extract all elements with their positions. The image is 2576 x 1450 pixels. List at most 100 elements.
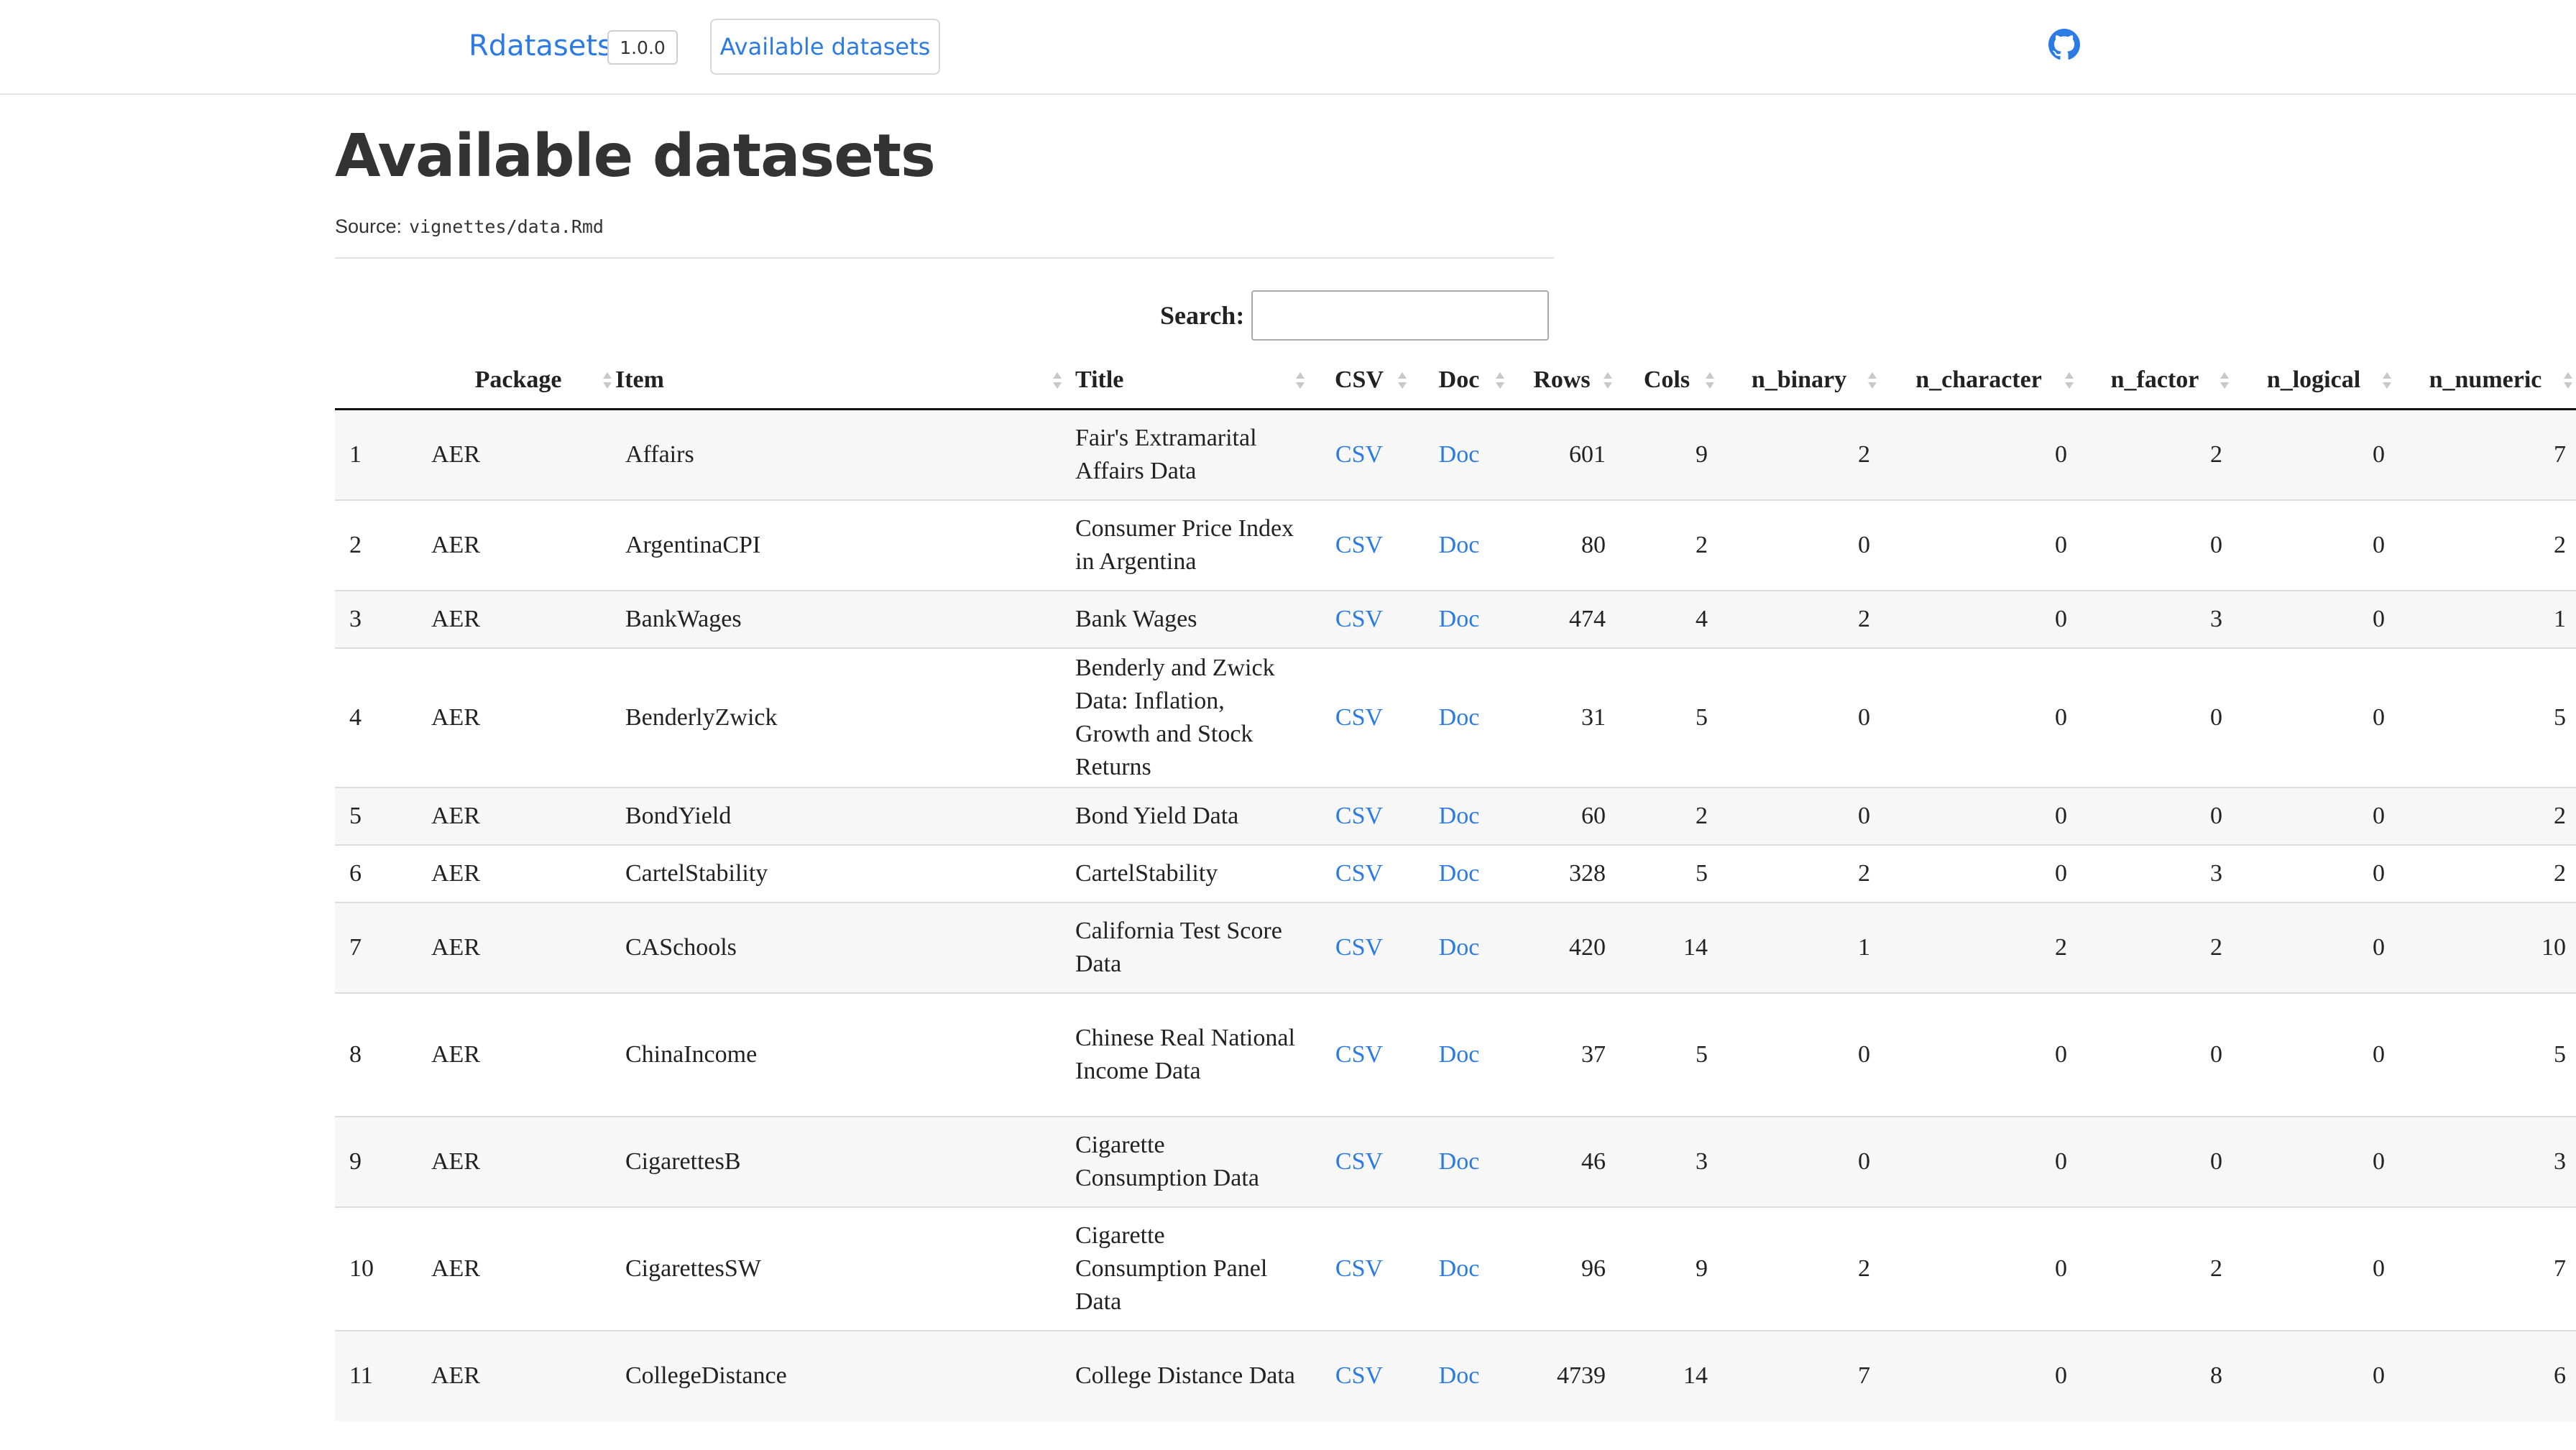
table-row: 9 AER CigarettesB Cigarette Consumption Dat…: [335, 1115, 2576, 1207]
title-cell: Chinese Real National Income Data: [1065, 992, 1308, 1117]
item-cell: CigarettesB: [615, 1115, 1065, 1207]
row-index: 1: [335, 408, 421, 500]
sort-icon: [1397, 372, 1407, 391]
col-header-n-character[interactable]: n_character: [1880, 352, 2077, 410]
sort-icon: [2382, 372, 2392, 391]
csv-link[interactable]: CSV: [1308, 1206, 1410, 1331]
title-cell: College Distance Data: [1065, 1329, 1308, 1421]
rows-cell: 4739: [1508, 1329, 1616, 1421]
n-binary-cell: 1: [1718, 901, 1880, 993]
rows-cell: 46: [1508, 1115, 1616, 1207]
source-line: Source: vignettes/data.Rmd: [335, 216, 604, 238]
cols-cell: 3: [1616, 1115, 1718, 1207]
csv-link[interactable]: CSV: [1308, 408, 1410, 500]
title-cell: Cigarette Consumption Panel Data: [1065, 1206, 1308, 1331]
github-icon[interactable]: [2048, 29, 2080, 60]
row-index: 10: [335, 1206, 421, 1331]
doc-link[interactable]: Doc: [1410, 499, 1508, 591]
n-logical-cell: 0: [2232, 992, 2395, 1117]
doc-link[interactable]: Doc: [1410, 844, 1508, 902]
csv-link[interactable]: CSV: [1308, 844, 1410, 902]
title-cell: CartelStability: [1065, 844, 1308, 902]
item-cell: CASchools: [615, 901, 1065, 993]
n-numeric-cell: 1: [2395, 589, 2576, 648]
table-row: 3 AER BankWages Bank Wages CSV Doc 474 4 2 0 3 0 1: [335, 589, 2576, 648]
package-cell: AER: [421, 499, 615, 591]
csv-link[interactable]: CSV: [1308, 499, 1410, 591]
n-logical-cell: 0: [2232, 647, 2395, 788]
version-badge: 1.0.0: [607, 30, 678, 65]
doc-link[interactable]: Doc: [1410, 1206, 1508, 1331]
n-binary-cell: 2: [1718, 844, 1880, 902]
doc-link[interactable]: Doc: [1410, 992, 1508, 1117]
col-header-title[interactable]: Title: [1065, 352, 1308, 410]
csv-link[interactable]: CSV: [1308, 647, 1410, 788]
n-factor-cell: 0: [2077, 786, 2232, 845]
n-binary-cell: 0: [1718, 992, 1880, 1117]
doc-link[interactable]: Doc: [1410, 1329, 1508, 1421]
table-row: 4 AER BenderlyZwick Benderly and Zwick Data…: [335, 647, 2576, 788]
datasets-table-container: Package Item Title CSV Doc Rows Cols n_b…: [335, 352, 2576, 1421]
doc-link[interactable]: Doc: [1410, 589, 1508, 648]
row-index: 11: [335, 1329, 421, 1421]
cols-cell: 9: [1616, 1206, 1718, 1331]
source-path[interactable]: vignettes/data.Rmd: [409, 216, 604, 237]
doc-link[interactable]: Doc: [1410, 901, 1508, 993]
cols-cell: 4: [1616, 589, 1718, 648]
rows-cell: 60: [1508, 786, 1616, 845]
doc-link[interactable]: Doc: [1410, 408, 1508, 500]
rows-cell: 31: [1508, 647, 1616, 788]
n-logical-cell: 0: [2232, 844, 2395, 902]
col-header-doc[interactable]: Doc: [1410, 352, 1508, 410]
doc-link[interactable]: Doc: [1410, 786, 1508, 845]
doc-link[interactable]: Doc: [1410, 647, 1508, 788]
search-input[interactable]: [1251, 290, 1550, 341]
n-numeric-cell: 7: [2395, 1206, 2576, 1331]
col-header-package[interactable]: Package: [421, 352, 615, 410]
sort-icon: [2064, 372, 2074, 391]
row-index: 7: [335, 901, 421, 993]
csv-link[interactable]: CSV: [1308, 589, 1410, 648]
col-header-n-binary[interactable]: n_binary: [1718, 352, 1880, 410]
brand-link[interactable]: Rdatasets: [469, 26, 612, 66]
package-cell: AER: [421, 589, 615, 648]
n-logical-cell: 0: [2232, 1329, 2395, 1421]
cols-cell: 2: [1616, 499, 1718, 591]
csv-link[interactable]: CSV: [1308, 1115, 1410, 1207]
sort-icon: [2563, 372, 2573, 391]
col-header-csv[interactable]: CSV: [1308, 352, 1410, 410]
cols-cell: 5: [1616, 647, 1718, 788]
rows-cell: 37: [1508, 992, 1616, 1117]
csv-link[interactable]: CSV: [1308, 1329, 1410, 1421]
row-index: 8: [335, 992, 421, 1117]
csv-link[interactable]: CSV: [1308, 901, 1410, 993]
col-header-n-numeric[interactable]: n_numeric: [2395, 352, 2576, 410]
n-character-cell: 2: [1880, 901, 2077, 993]
col-header-n-factor[interactable]: n_factor: [2077, 352, 2232, 410]
csv-link[interactable]: CSV: [1308, 786, 1410, 845]
doc-link[interactable]: Doc: [1410, 1115, 1508, 1207]
col-header-item[interactable]: Item: [615, 352, 1065, 410]
table-row: 11 AER CollegeDistance College Distance Dat…: [335, 1329, 2576, 1421]
n-numeric-cell: 2: [2395, 786, 2576, 845]
csv-link[interactable]: CSV: [1308, 992, 1410, 1117]
col-header-rows[interactable]: Rows: [1508, 352, 1616, 410]
col-header-index[interactable]: [335, 352, 421, 410]
datasets-table: Package Item Title CSV Doc Rows Cols n_b…: [335, 352, 2576, 1421]
title-cell: Benderly and Zwick Data: Inflation, Grow…: [1065, 647, 1308, 788]
cols-cell: 5: [1616, 844, 1718, 902]
col-header-cols[interactable]: Cols: [1616, 352, 1718, 410]
n-binary-cell: 2: [1718, 408, 1880, 500]
sort-icon: [1603, 372, 1613, 391]
col-header-n-logical[interactable]: n_logical: [2232, 352, 2395, 410]
search-box: Search:: [1160, 290, 1550, 341]
cols-cell: 2: [1616, 786, 1718, 845]
rows-cell: 80: [1508, 499, 1616, 591]
n-binary-cell: 2: [1718, 589, 1880, 648]
item-cell: BondYield: [615, 786, 1065, 845]
n-factor-cell: 3: [2077, 589, 2232, 648]
nav-available-datasets[interactable]: Available datasets: [710, 19, 940, 75]
n-numeric-cell: 6: [2395, 1329, 2576, 1421]
n-factor-cell: 0: [2077, 647, 2232, 788]
n-character-cell: 0: [1880, 844, 2077, 902]
